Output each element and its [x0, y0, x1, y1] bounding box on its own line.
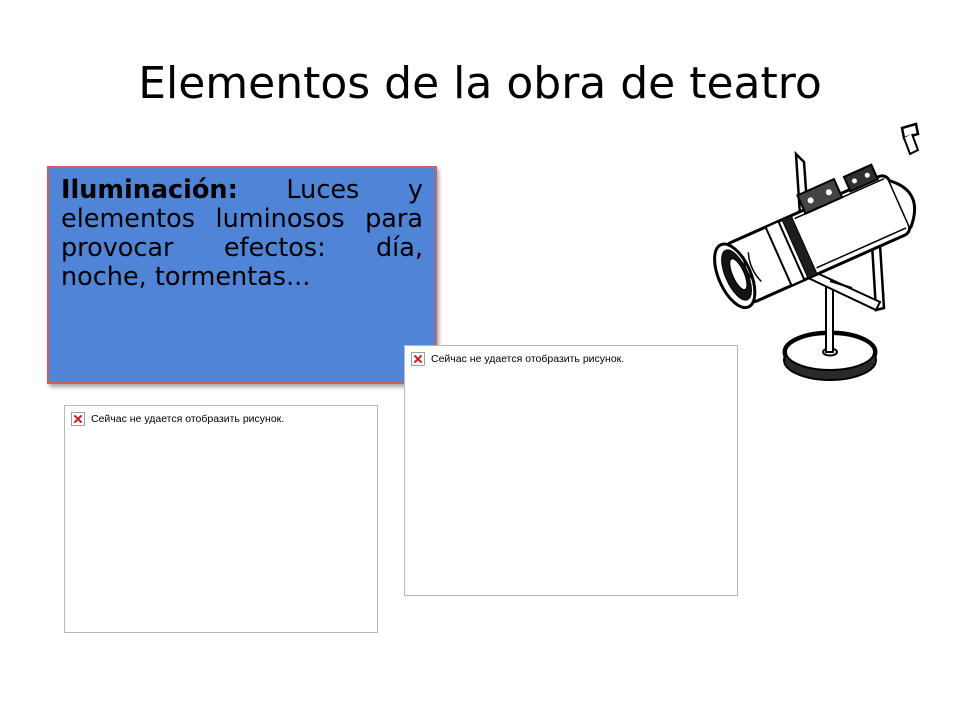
slide: Elementos de la obra de teatro Iluminaci…: [0, 0, 960, 720]
slide-title: Elementos de la obra de teatro: [138, 58, 822, 109]
broken-image-icon: [411, 352, 425, 366]
placeholder-message: Сейчас не удается отобразить рисунок.: [431, 353, 625, 365]
lighting-description: Iluminación: Luces y elementos luminosos…: [61, 176, 423, 292]
lighting-heading: Iluminación:: [61, 175, 238, 205]
spotlight-icon: [713, 122, 920, 381]
lighting-textbox: Iluminación: Luces y elementos luminosos…: [47, 166, 437, 384]
placeholder-message-row: Сейчас не удается отобразить рисунок.: [411, 352, 624, 366]
image-placeholder-1: Сейчас не удается отобразить рисунок.: [64, 405, 378, 633]
image-placeholder-2: Сейчас не удается отобразить рисунок.: [404, 345, 738, 596]
broken-image-icon: [71, 412, 85, 426]
placeholder-message: Сейчас не удается отобразить рисунок.: [91, 413, 285, 425]
placeholder-message-row: Сейчас не удается отобразить рисунок.: [71, 412, 284, 426]
